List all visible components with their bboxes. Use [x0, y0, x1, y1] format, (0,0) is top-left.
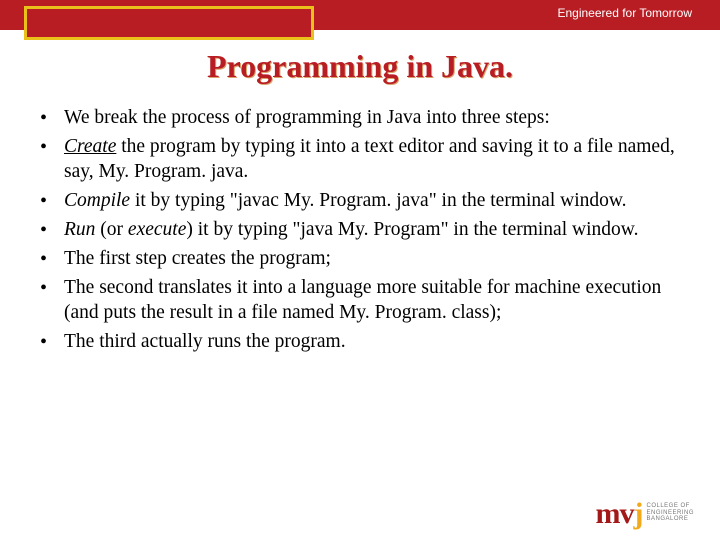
list-item: We break the process of programming in J… [36, 106, 690, 131]
footer-logo: mvj COLLEGE OF ENGINEERING BANGALORE [595, 502, 694, 526]
list-item: Compile it by typing "javac My. Program.… [36, 189, 690, 214]
logo-letter: j [633, 497, 642, 530]
logo-line: ENGINEERING [646, 510, 694, 517]
logo-letter: m [595, 497, 619, 530]
list-item: Create the program by typing it into a t… [36, 135, 690, 185]
logo-line: BANGALORE [646, 516, 694, 523]
logo-line: COLLEGE OF [646, 503, 694, 510]
list-item: Run (or execute) it by typing "java My. … [36, 218, 690, 243]
header-accent-box [24, 6, 314, 40]
list-item: The third actually runs the program. [36, 330, 690, 355]
logo-mark: mvj [595, 502, 642, 526]
tagline: Engineered for Tomorrow [557, 6, 692, 20]
bullet-list: We break the process of programming in J… [36, 106, 690, 355]
logo-text: COLLEGE OF ENGINEERING BANGALORE [646, 503, 694, 526]
list-item: The first step creates the program; [36, 247, 690, 272]
content-area: We break the process of programming in J… [36, 106, 690, 359]
list-item: The second translates it into a language… [36, 276, 690, 326]
slide-title: Programming in Java. [0, 48, 720, 85]
logo-letter: v [619, 497, 633, 530]
